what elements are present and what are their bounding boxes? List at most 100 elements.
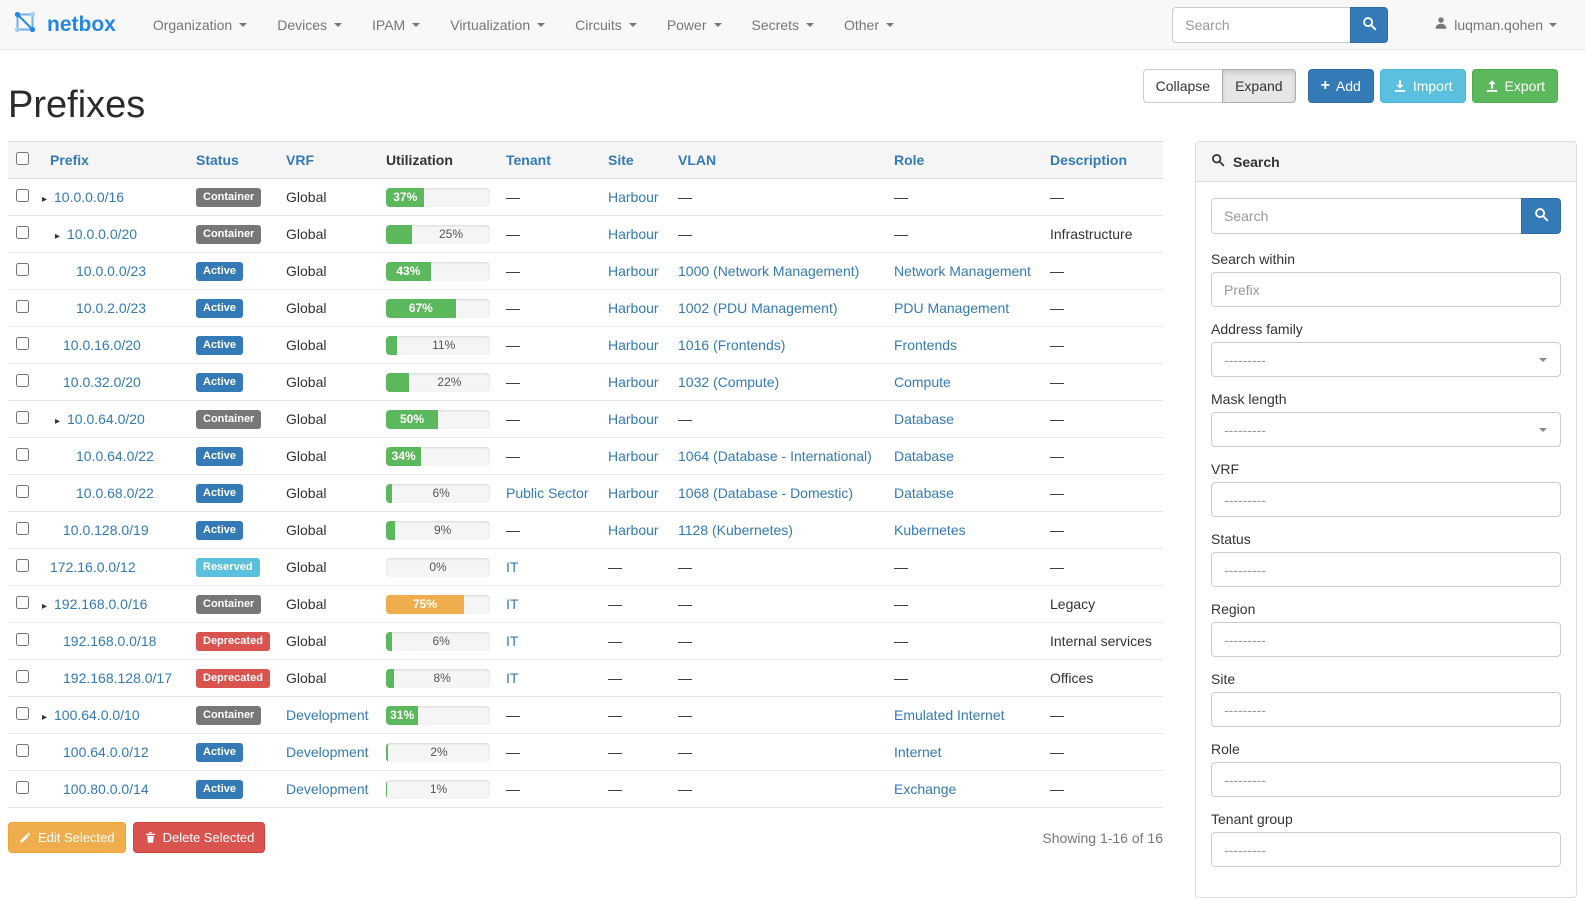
site-select[interactable]: --------- bbox=[1211, 692, 1561, 727]
expand-caret-icon[interactable]: ▸ bbox=[42, 601, 54, 612]
prefix-link[interactable]: 10.0.0.0/20 bbox=[67, 226, 137, 242]
prefix-link[interactable]: 192.168.128.0/17 bbox=[63, 670, 172, 686]
menu-item-circuits[interactable]: Circuits bbox=[560, 0, 652, 50]
tenant-link[interactable]: IT bbox=[506, 670, 518, 686]
site-link[interactable]: Harbour bbox=[608, 485, 659, 501]
search-within-input[interactable] bbox=[1211, 272, 1561, 307]
filter-search-button[interactable] bbox=[1521, 198, 1561, 234]
add-button[interactable]: + Add bbox=[1308, 69, 1374, 103]
vlan-link[interactable]: 1000 (Network Management) bbox=[678, 263, 859, 279]
filter-search-input[interactable] bbox=[1211, 198, 1521, 234]
column-header-role[interactable]: Role bbox=[886, 142, 1042, 179]
tenant-link[interactable]: IT bbox=[506, 633, 518, 649]
menu-item-organization[interactable]: Organization bbox=[138, 0, 262, 50]
row-checkbox[interactable] bbox=[16, 670, 29, 683]
role-link[interactable]: Database bbox=[894, 448, 954, 464]
row-checkbox[interactable] bbox=[16, 707, 29, 720]
site-link[interactable]: Harbour bbox=[608, 263, 659, 279]
column-header-status[interactable]: Status bbox=[188, 142, 278, 179]
role-link[interactable]: Exchange bbox=[894, 781, 956, 797]
vlan-link[interactable]: 1016 (Frontends) bbox=[678, 337, 785, 353]
row-checkbox[interactable] bbox=[16, 300, 29, 313]
site-link[interactable]: Harbour bbox=[608, 226, 659, 242]
site-link[interactable]: Harbour bbox=[608, 522, 659, 538]
vrf-link[interactable]: Development bbox=[286, 744, 369, 760]
row-checkbox[interactable] bbox=[16, 189, 29, 202]
row-checkbox[interactable] bbox=[16, 781, 29, 794]
expand-caret-icon[interactable]: ▸ bbox=[42, 712, 54, 723]
export-button[interactable]: Export bbox=[1472, 69, 1558, 103]
row-checkbox[interactable] bbox=[16, 559, 29, 572]
role-link[interactable]: Frontends bbox=[894, 337, 957, 353]
site-link[interactable]: Harbour bbox=[608, 337, 659, 353]
vlan-link[interactable]: 1002 (PDU Management) bbox=[678, 300, 838, 316]
role-link[interactable]: Database bbox=[894, 485, 954, 501]
menu-item-ipam[interactable]: IPAM bbox=[357, 0, 435, 50]
row-checkbox[interactable] bbox=[16, 633, 29, 646]
role-link[interactable]: Kubernetes bbox=[894, 522, 966, 538]
column-header-vlan[interactable]: VLAN bbox=[670, 142, 886, 179]
expand-caret-icon[interactable]: ▸ bbox=[55, 231, 67, 242]
edit-selected-button[interactable]: Edit Selected bbox=[8, 822, 126, 853]
role-link[interactable]: Compute bbox=[894, 374, 951, 390]
site-link[interactable]: Harbour bbox=[608, 189, 659, 205]
collapse-button[interactable]: Collapse bbox=[1143, 69, 1223, 103]
region-select[interactable]: --------- bbox=[1211, 622, 1561, 657]
menu-item-power[interactable]: Power bbox=[652, 0, 737, 50]
prefix-link[interactable]: 172.16.0.0/12 bbox=[50, 559, 136, 575]
prefix-link[interactable]: 192.168.0.0/16 bbox=[54, 596, 147, 612]
vlan-link[interactable]: 1032 (Compute) bbox=[678, 374, 779, 390]
row-checkbox[interactable] bbox=[16, 263, 29, 276]
role-link[interactable]: Emulated Internet bbox=[894, 707, 1005, 723]
vlan-link[interactable]: 1064 (Database - International) bbox=[678, 448, 872, 464]
prefix-link[interactable]: 100.64.0.0/12 bbox=[63, 744, 149, 760]
prefix-link[interactable]: 10.0.64.0/22 bbox=[76, 448, 154, 464]
site-link[interactable]: Harbour bbox=[608, 448, 659, 464]
delete-selected-button[interactable]: Delete Selected bbox=[133, 822, 266, 853]
row-checkbox[interactable] bbox=[16, 337, 29, 350]
expand-caret-icon[interactable]: ▸ bbox=[42, 194, 54, 205]
select-all-checkbox[interactable] bbox=[16, 152, 29, 165]
role-link[interactable]: Database bbox=[894, 411, 954, 427]
prefix-link[interactable]: 192.168.0.0/18 bbox=[63, 633, 156, 649]
column-header-tenant[interactable]: Tenant bbox=[498, 142, 600, 179]
menu-item-secrets[interactable]: Secrets bbox=[737, 0, 829, 50]
prefix-link[interactable]: 10.0.32.0/20 bbox=[63, 374, 141, 390]
menu-item-devices[interactable]: Devices bbox=[262, 0, 357, 50]
vlan-link[interactable]: 1128 (Kubernetes) bbox=[678, 522, 793, 538]
row-checkbox[interactable] bbox=[16, 226, 29, 239]
prefix-link[interactable]: 10.0.68.0/22 bbox=[76, 485, 154, 501]
role-link[interactable]: Network Management bbox=[894, 263, 1031, 279]
global-search-button[interactable] bbox=[1350, 7, 1388, 43]
site-link[interactable]: Harbour bbox=[608, 300, 659, 316]
column-header-vrf[interactable]: VRF bbox=[278, 142, 378, 179]
import-button[interactable]: Import bbox=[1380, 69, 1466, 103]
vrf-link[interactable]: Development bbox=[286, 781, 369, 797]
prefix-link[interactable]: 10.0.0.0/16 bbox=[54, 189, 124, 205]
prefix-link[interactable]: 10.0.64.0/20 bbox=[67, 411, 145, 427]
row-checkbox[interactable] bbox=[16, 374, 29, 387]
menu-item-other[interactable]: Other bbox=[829, 0, 909, 50]
prefix-link[interactable]: 10.0.16.0/20 bbox=[63, 337, 141, 353]
tenant-link[interactable]: Public Sector bbox=[506, 485, 588, 501]
tenant-link[interactable]: IT bbox=[506, 559, 518, 575]
role-link[interactable]: PDU Management bbox=[894, 300, 1009, 316]
row-checkbox[interactable] bbox=[16, 744, 29, 757]
row-checkbox[interactable] bbox=[16, 411, 29, 424]
prefix-link[interactable]: 10.0.128.0/19 bbox=[63, 522, 149, 538]
prefix-link[interactable]: 100.64.0.0/10 bbox=[54, 707, 140, 723]
prefix-link[interactable]: 10.0.2.0/23 bbox=[76, 300, 146, 316]
row-checkbox[interactable] bbox=[16, 596, 29, 609]
address-family-select[interactable]: --------- bbox=[1211, 342, 1561, 377]
prefix-link[interactable]: 100.80.0.0/14 bbox=[63, 781, 149, 797]
row-checkbox[interactable] bbox=[16, 448, 29, 461]
global-search-input[interactable] bbox=[1172, 7, 1350, 43]
tenant-group-select[interactable]: --------- bbox=[1211, 832, 1561, 867]
vrf-link[interactable]: Development bbox=[286, 707, 369, 723]
site-link[interactable]: Harbour bbox=[608, 374, 659, 390]
site-link[interactable]: Harbour bbox=[608, 411, 659, 427]
column-header-description[interactable]: Description bbox=[1042, 142, 1163, 179]
role-select[interactable]: --------- bbox=[1211, 762, 1561, 797]
mask-length-select[interactable]: --------- bbox=[1211, 412, 1561, 447]
column-header-prefix[interactable]: Prefix bbox=[42, 142, 188, 179]
